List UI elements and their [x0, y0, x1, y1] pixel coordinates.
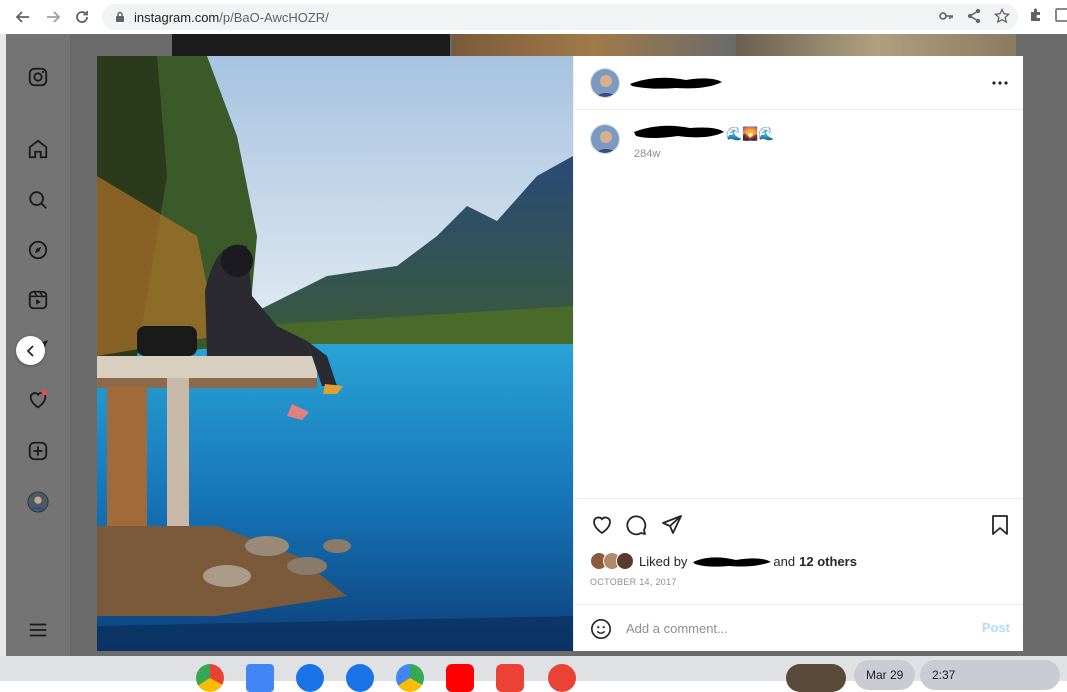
post-actions: Liked by and 12 others OCTOBER 14, 2017 — [574, 498, 1023, 604]
key-icon[interactable] — [938, 8, 954, 24]
background-thumbnail — [736, 34, 1016, 56]
share-direct-icon[interactable] — [660, 513, 684, 537]
post-photo[interactable] — [97, 56, 573, 651]
redacted-caption-scribble — [634, 125, 724, 138]
comment-icon[interactable] — [624, 513, 648, 537]
address-bar[interactable]: instagram.com/p/BaO-AwcHOZR/ — [102, 4, 1018, 30]
url-path: /p/BaO-AwcHOZR/ — [219, 9, 329, 25]
reload-icon[interactable] — [68, 3, 96, 31]
caption-timestamp[interactable]: 284w — [634, 148, 660, 160]
extensions-icon[interactable] — [1028, 7, 1044, 23]
time-tray[interactable]: 2:37 — [920, 660, 1060, 690]
redacted-liker-scribble — [693, 557, 772, 567]
emoji-icon[interactable] — [590, 618, 612, 640]
like-heart-icon[interactable] — [590, 513, 614, 537]
reels-icon[interactable] — [26, 288, 50, 312]
date-tray[interactable]: Mar 29 — [854, 660, 916, 690]
lake-photo-image — [97, 56, 573, 651]
liked-others-link[interactable]: 12 others — [799, 554, 857, 569]
sidepanel-icon[interactable] — [1054, 7, 1067, 23]
liker-avatar[interactable] — [616, 552, 634, 570]
youtube-app-icon[interactable] — [446, 664, 474, 692]
messages-app-icon[interactable] — [346, 664, 374, 692]
liked-by-and: and — [773, 553, 796, 569]
search-icon[interactable] — [26, 188, 50, 212]
background-thumbnail — [452, 34, 734, 56]
url-host: instagram.com — [134, 9, 220, 25]
author-avatar[interactable] — [590, 68, 620, 98]
chevron-left-icon — [26, 344, 34, 357]
chrome-app-icon[interactable] — [196, 664, 224, 692]
comment-bar: Post — [574, 604, 1023, 651]
explore-icon[interactable] — [26, 238, 50, 262]
share-icon[interactable] — [966, 8, 982, 24]
home-icon[interactable] — [26, 137, 50, 161]
calendar-app-icon[interactable] — [246, 664, 274, 692]
notifications-heart-icon[interactable] — [26, 388, 50, 412]
instagram-logo-icon[interactable] — [26, 65, 50, 89]
save-bookmark-icon[interactable] — [988, 513, 1012, 537]
files-app-icon[interactable] — [296, 664, 324, 692]
comment-input[interactable] — [626, 619, 966, 637]
more-options-icon[interactable] — [990, 73, 1010, 93]
previous-post-button[interactable] — [16, 336, 45, 365]
back-icon[interactable] — [9, 3, 37, 31]
caption-text: 🌊🌄🌊 — [726, 126, 775, 141]
drive-app-icon[interactable] — [396, 664, 424, 692]
post-info-panel: 🌊🌄🌊 284w Liked by and 12 others OCTOBER … — [573, 56, 1023, 651]
holding-space-avatar[interactable] — [786, 664, 846, 692]
bookmark-star-icon[interactable] — [994, 8, 1010, 24]
liked-by-prefix: Liked by — [639, 553, 688, 569]
forward-icon[interactable] — [39, 3, 67, 31]
lock-icon — [116, 11, 124, 22]
liked-by-row: Liked by and 12 others — [590, 551, 857, 571]
post-header — [574, 56, 1023, 110]
create-plus-icon[interactable] — [26, 439, 50, 463]
background-thumbnail — [172, 34, 450, 56]
profile-avatar-icon[interactable] — [26, 490, 50, 514]
redacted-username-scribble — [630, 77, 722, 89]
liked-avatars — [590, 552, 634, 570]
os-shelf: Mar 29 2:37 — [0, 656, 1067, 692]
browser-toolbar: instagram.com/p/BaO-AwcHOZR/ — [0, 0, 1067, 34]
caption-author-avatar[interactable] — [590, 124, 620, 154]
post-comment-button[interactable]: Post — [982, 620, 1010, 635]
more-menu-icon[interactable] — [26, 618, 50, 642]
post-modal: 🌊🌄🌊 284w Liked by and 12 others OCTOBER … — [97, 56, 1023, 651]
paint-app-icon[interactable] — [548, 664, 576, 692]
gmail-app-icon[interactable] — [496, 664, 524, 692]
post-date[interactable]: OCTOBER 14, 2017 — [590, 577, 677, 587]
